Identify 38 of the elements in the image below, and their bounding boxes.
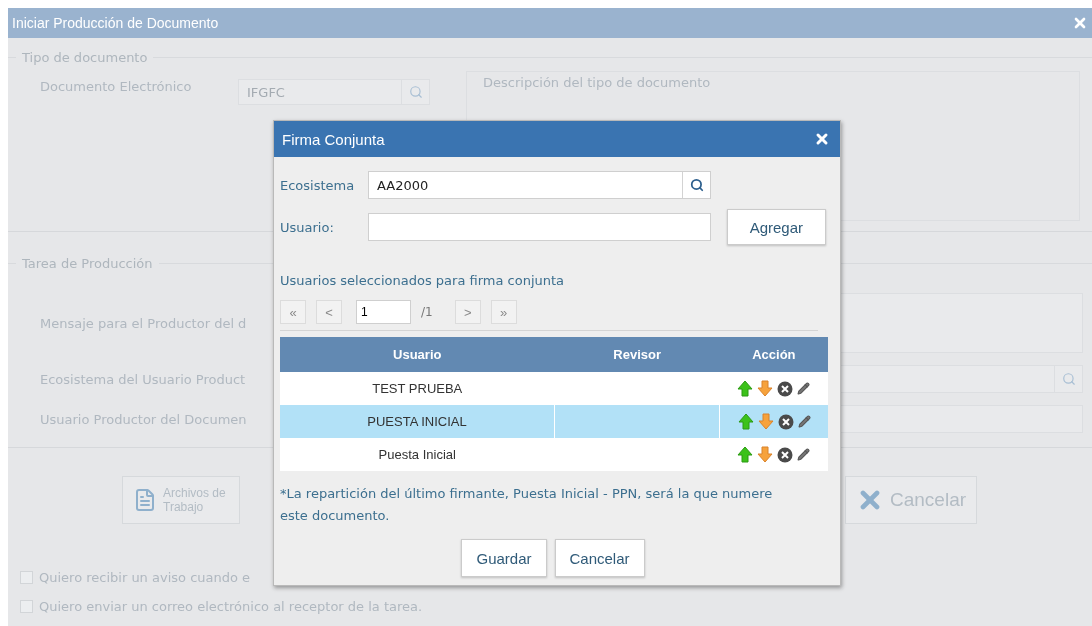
page-field[interactable]: 1 bbox=[356, 300, 411, 324]
ecosystem-field[interactable]: AA2000 bbox=[368, 171, 711, 199]
field-value: AA2000 bbox=[377, 177, 429, 193]
field-value: IFGFC bbox=[247, 84, 285, 100]
edit-icon[interactable] bbox=[797, 415, 811, 428]
checkbox[interactable] bbox=[20, 600, 33, 613]
field-label: Usuario: bbox=[280, 219, 335, 235]
dialog-title: Firma Conjunta bbox=[282, 130, 385, 148]
arrow-up-icon[interactable] bbox=[737, 413, 754, 430]
table-cell[interactable]: TEST PRUEBA bbox=[280, 372, 555, 405]
section-legend: Tipo de documento bbox=[22, 50, 148, 65]
arrow-up-icon[interactable] bbox=[737, 380, 754, 397]
checkbox[interactable] bbox=[20, 571, 33, 584]
window-title: Iniciar Producción de Documento bbox=[12, 15, 219, 31]
note-text: *La repartición del último firmante, Puesta Inicial - PPN, será la que numere este documento. bbox=[280, 485, 774, 525]
column-header: Revisor bbox=[554, 337, 720, 372]
remove-icon[interactable] bbox=[777, 380, 794, 397]
page-total: /1 bbox=[421, 305, 433, 319]
save-button[interactable]: Guardar bbox=[461, 539, 547, 577]
edit-icon[interactable] bbox=[797, 448, 811, 461]
add-button[interactable]: Agregar bbox=[726, 209, 826, 245]
column-header: Acción bbox=[719, 337, 828, 372]
close-icon[interactable] bbox=[814, 131, 830, 147]
remove-icon[interactable] bbox=[777, 446, 794, 463]
edit-icon[interactable] bbox=[797, 382, 811, 395]
list-title: Usuarios seleccionados para firma conjunta bbox=[280, 273, 566, 288]
file-icon bbox=[133, 488, 157, 512]
remove-icon[interactable] bbox=[777, 413, 794, 430]
user-field[interactable] bbox=[367, 213, 711, 241]
close-icon[interactable] bbox=[1072, 15, 1088, 31]
column-header: Usuario bbox=[280, 337, 555, 372]
section-legend: Tarea de Producción bbox=[22, 256, 153, 271]
search-icon[interactable] bbox=[689, 178, 704, 192]
table-cell[interactable]: Puesta Inicial bbox=[280, 438, 555, 471]
field-label: Ecosistema bbox=[280, 177, 356, 193]
arrow-up-icon[interactable] bbox=[737, 446, 754, 463]
table-cell[interactable]: PUESTA INICIAL bbox=[280, 405, 555, 438]
cancel-button[interactable]: Cancelar bbox=[554, 539, 645, 577]
